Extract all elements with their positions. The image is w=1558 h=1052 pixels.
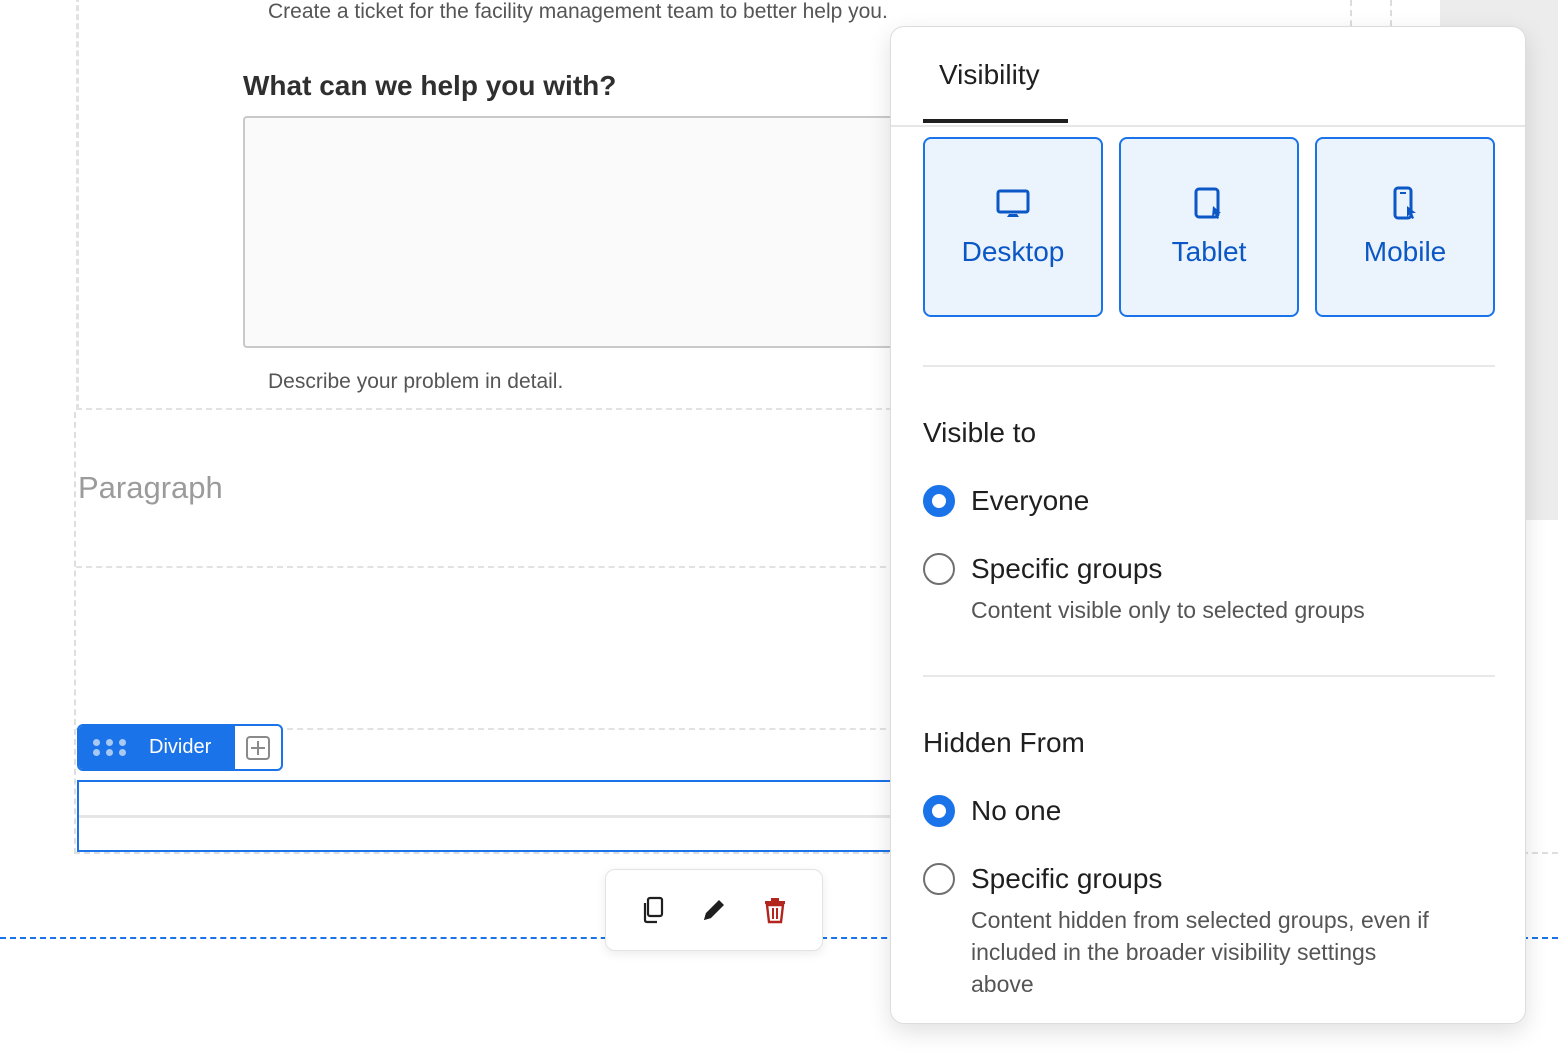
device-tablet-label: Tablet	[1171, 236, 1247, 267]
panel-divider	[923, 365, 1495, 367]
question-helper-text: Describe your problem in detail.	[268, 370, 564, 393]
visible-to-title: Visible to	[923, 417, 1037, 448]
hidden-from-no-one-radio[interactable]: No one	[923, 795, 1061, 827]
delete-button[interactable]	[755, 890, 795, 930]
visible-to-specific-groups-desc: Content visible only to selected groups	[971, 597, 1365, 623]
visible-to-specific-groups-radio[interactable]: Specific groups	[923, 553, 1162, 585]
panel-tabs: Visibility	[891, 27, 1525, 127]
hidden-from-no-one-label: No one	[971, 795, 1062, 826]
divider-line	[79, 815, 907, 818]
edit-button[interactable]	[694, 890, 734, 930]
device-desktop-button[interactable]: Desktop	[923, 137, 1103, 317]
hidden-from-specific-groups-radio[interactable]: Specific groups	[923, 863, 1162, 895]
panel-divider	[923, 675, 1495, 677]
radio-checked-icon	[923, 485, 955, 517]
divider-chip-label: Divider	[149, 736, 212, 758]
block-action-bar	[605, 869, 823, 951]
help-textarea[interactable]	[243, 116, 943, 348]
divider-block-selected[interactable]	[77, 780, 907, 852]
visible-to-everyone-label: Everyone	[971, 485, 1090, 516]
radio-unchecked-icon	[923, 863, 955, 895]
hidden-from-specific-groups-desc: Content hidden from selected groups, eve…	[971, 907, 1429, 997]
paragraph-placeholder[interactable]: Paragraph	[78, 470, 223, 506]
tablet-icon	[1194, 187, 1221, 219]
device-desktop-label: Desktop	[961, 236, 1065, 267]
device-mobile-label: Mobile	[1363, 236, 1447, 267]
tab-visibility[interactable]: Visibility	[923, 27, 1068, 123]
device-toggle-group: Desktop Tablet Mobile	[923, 137, 1495, 317]
desktop-icon	[996, 189, 1030, 217]
copy-button[interactable]	[633, 890, 673, 930]
block-separator	[76, 566, 896, 568]
trash-icon	[765, 898, 786, 924]
divider-block-chip[interactable]: Divider	[77, 724, 283, 771]
visible-to-everyone-radio[interactable]: Everyone	[923, 485, 1089, 517]
question-label: What can we help you with?	[243, 70, 617, 101]
device-mobile-button[interactable]: Mobile	[1315, 137, 1495, 317]
visible-to-specific-groups-label: Specific groups	[971, 553, 1163, 584]
device-tablet-button[interactable]: Tablet	[1119, 137, 1299, 317]
divider-chip-drag-handle[interactable]: Divider	[79, 726, 235, 769]
radio-checked-icon	[923, 795, 955, 827]
ticket-description: Create a ticket for the facility managem…	[268, 0, 888, 23]
layout-grid-button[interactable]	[235, 726, 281, 769]
page-editor-canvas: Create a ticket for the facility managem…	[0, 0, 1558, 1052]
hidden-from-title: Hidden From	[923, 727, 1085, 758]
copy-icon	[643, 896, 663, 924]
drag-handle-icon	[93, 739, 127, 756]
hidden-from-specific-groups-label: Specific groups	[971, 863, 1163, 894]
grid-icon	[246, 735, 270, 760]
pencil-icon	[703, 900, 724, 920]
tab-visibility-label: Visibility	[939, 59, 1040, 90]
radio-unchecked-icon	[923, 553, 955, 585]
mobile-icon	[1393, 186, 1416, 220]
visibility-panel: Visibility Desktop Tablet Mobile Visible…	[890, 26, 1526, 1024]
